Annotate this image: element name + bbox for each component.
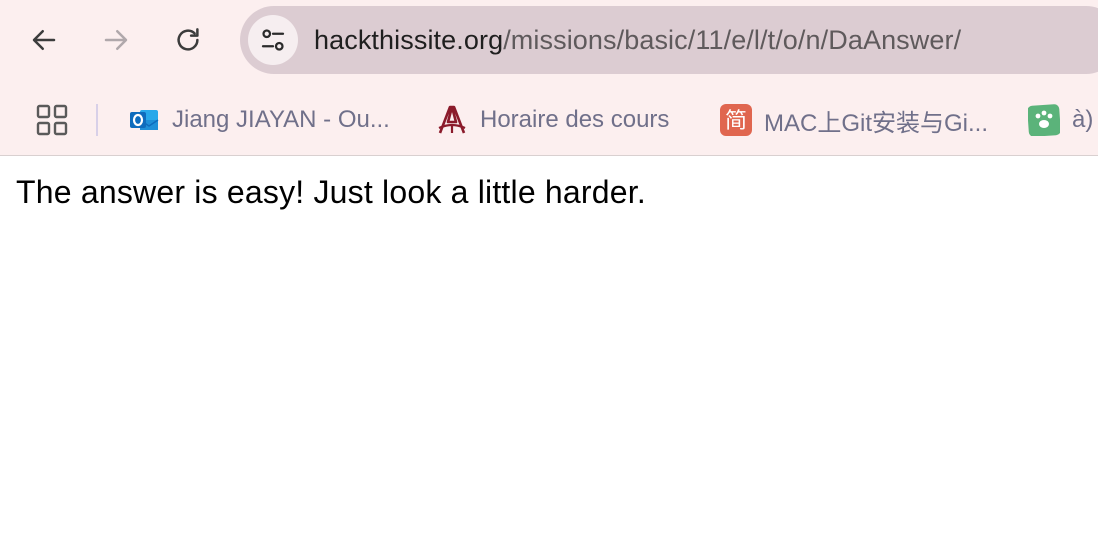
url-host: hackthissite.org xyxy=(314,25,504,55)
url-text[interactable]: hackthissite.org/missions/basic/11/e/l/t… xyxy=(314,6,961,74)
jianshu-icon: 简 xyxy=(720,104,752,136)
bookmark-paw[interactable]: à) xyxy=(1028,102,1098,138)
browser-chrome: hackthissite.org/missions/basic/11/e/l/t… xyxy=(0,0,1098,156)
bookmark-label: Horaire des cours xyxy=(480,106,670,133)
forward-button[interactable] xyxy=(94,18,138,62)
back-button[interactable] xyxy=(22,18,66,62)
paw-icon xyxy=(1028,104,1060,136)
bookmark-horaire[interactable]: Horaire des cours xyxy=(436,102,696,138)
bookmark-jianshu[interactable]: 简 MAC上Git安装与Gi... xyxy=(720,102,1000,138)
page-message: The answer is easy! Just look a little h… xyxy=(16,174,646,210)
apps-button[interactable] xyxy=(30,100,74,140)
university-logo-icon xyxy=(436,104,468,136)
reload-icon xyxy=(177,28,199,51)
outlook-icon xyxy=(128,104,160,136)
reload-button[interactable] xyxy=(166,18,210,62)
bookmarks-bar: Jiang JIAYAN - Ou... Horaire des cours 简… xyxy=(0,84,1098,154)
bookmarks-divider xyxy=(96,104,98,136)
arrow-right-icon xyxy=(104,30,128,50)
site-info-button[interactable] xyxy=(248,15,298,65)
svg-text:简: 简 xyxy=(725,109,747,134)
arrow-left-icon xyxy=(32,30,56,50)
bookmark-label: à) xyxy=(1072,106,1094,133)
url-path: /missions/basic/11/e/l/t/o/n/DaAnswer/ xyxy=(503,25,962,55)
bookmark-label: MAC上Git安装与Gi... xyxy=(764,109,989,137)
apps-grid-icon xyxy=(36,104,68,136)
bookmark-outlook[interactable]: Jiang JIAYAN - Ou... xyxy=(128,102,408,138)
bookmark-label: Jiang JIAYAN - Ou... xyxy=(172,106,390,133)
address-bar[interactable]: hackthissite.org/missions/basic/11/e/l/t… xyxy=(240,6,1098,74)
tune-icon xyxy=(261,29,285,51)
